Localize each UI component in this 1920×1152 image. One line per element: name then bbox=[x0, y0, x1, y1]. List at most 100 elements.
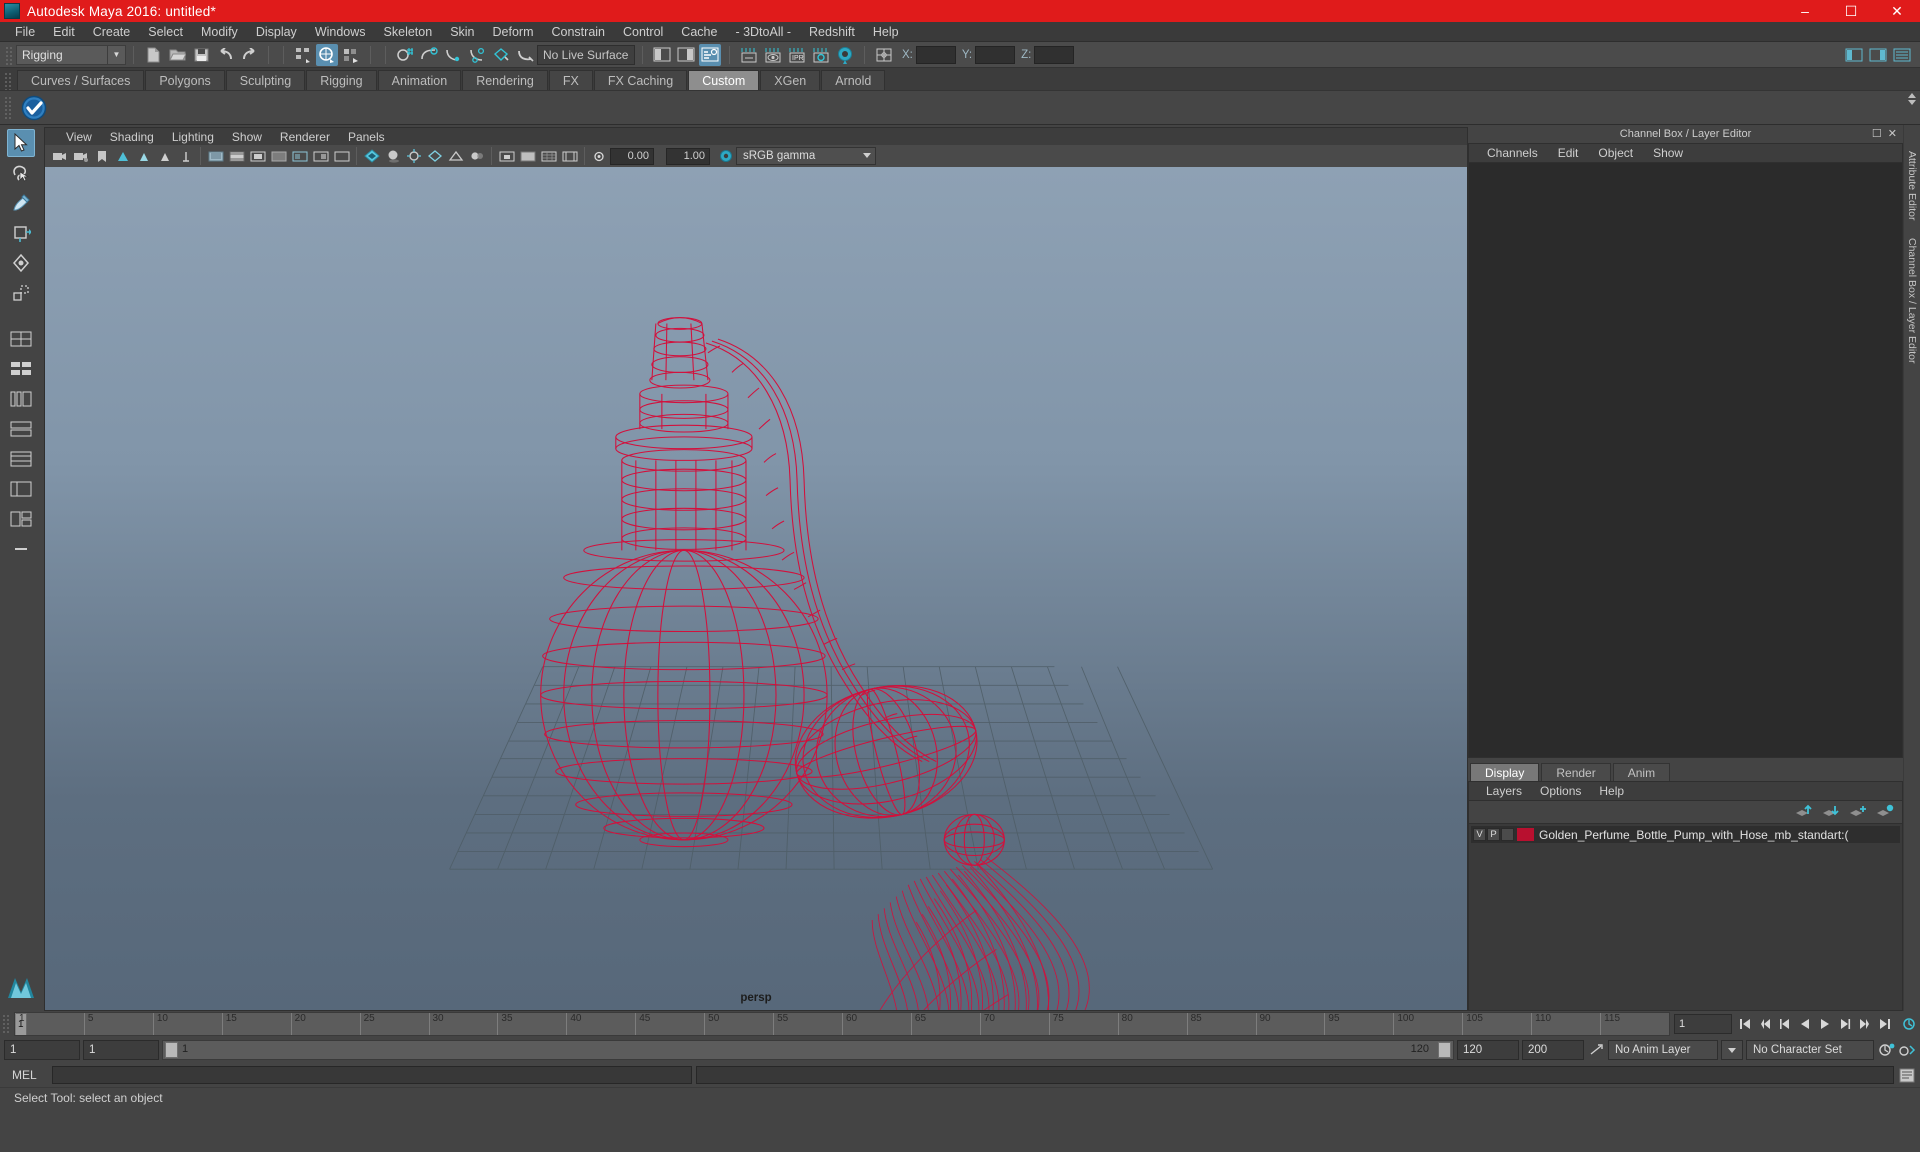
shelf-tab-custom[interactable]: Custom bbox=[688, 70, 760, 90]
menu-item-help[interactable]: Help bbox=[864, 22, 908, 42]
screen-space-ao-icon[interactable] bbox=[404, 147, 423, 166]
layer-menu-layers[interactable]: Layers bbox=[1477, 781, 1531, 801]
play-backwards-icon[interactable] bbox=[1796, 1014, 1814, 1034]
two-d-pan-zoom-icon[interactable] bbox=[134, 147, 153, 166]
create-layer-from-selected-icon[interactable] bbox=[1876, 804, 1894, 821]
snap-to-grid-icon[interactable] bbox=[394, 44, 416, 66]
new-scene-icon[interactable] bbox=[142, 44, 164, 66]
shelf-tab-rigging[interactable]: Rigging bbox=[306, 70, 377, 90]
close-panel-icon[interactable]: ✕ bbox=[1888, 127, 1897, 140]
perspective-viewport[interactable]: y z x persp bbox=[44, 167, 1468, 1011]
layer-list[interactable]: V P Golden_Perfume_Bottle_Pump_with_Hose… bbox=[1468, 823, 1903, 1011]
isolate-select-icon[interactable] bbox=[497, 147, 516, 166]
select-by-component-icon[interactable] bbox=[340, 44, 362, 66]
graph-editor-layout-icon[interactable] bbox=[699, 43, 721, 66]
show-hide-modeling-toolkit-icon[interactable] bbox=[1843, 44, 1865, 66]
shelf-tab-arnold[interactable]: Arnold bbox=[821, 70, 886, 90]
depth-of-field-icon[interactable] bbox=[467, 147, 486, 166]
step-back-keyframe-icon[interactable] bbox=[1756, 1014, 1774, 1034]
close-button[interactable]: ✕ bbox=[1874, 0, 1920, 22]
save-scene-icon[interactable] bbox=[190, 44, 212, 66]
shelf-tab-curves-surfaces[interactable]: Curves / Surfaces bbox=[17, 70, 145, 90]
snap-to-point-icon[interactable] bbox=[442, 44, 464, 66]
playback-options-icon[interactable] bbox=[1900, 1014, 1918, 1034]
menu-item-deform[interactable]: Deform bbox=[484, 22, 543, 42]
shelf-tab-fx[interactable]: FX bbox=[548, 70, 593, 90]
move-layer-down-icon[interactable] bbox=[1822, 804, 1840, 821]
layer-row[interactable]: V P Golden_Perfume_Bottle_Pump_with_Hose… bbox=[1471, 826, 1900, 843]
layer-editor-tab-display[interactable]: Display bbox=[1470, 763, 1540, 781]
hypershade-persp-layout[interactable] bbox=[7, 445, 35, 473]
layer-editor-tab-anim[interactable]: Anim bbox=[1612, 763, 1671, 781]
maximize-button[interactable]: ☐ bbox=[1828, 0, 1874, 22]
ipr-render-icon[interactable]: IPR bbox=[786, 44, 808, 66]
shelf-tab-animation[interactable]: Animation bbox=[377, 70, 462, 90]
make-live-icon[interactable] bbox=[514, 44, 536, 66]
single-perspective-layout[interactable] bbox=[7, 325, 35, 353]
undo-icon[interactable] bbox=[214, 44, 236, 66]
isolate-select-toggle-icon[interactable] bbox=[518, 147, 537, 166]
channelbox-menu-channels[interactable]: Channels bbox=[1477, 143, 1548, 163]
absolute-transform-icon[interactable] bbox=[873, 44, 895, 66]
viewport-menu-view[interactable]: View bbox=[57, 128, 101, 146]
menu-item-select[interactable]: Select bbox=[139, 22, 192, 42]
step-forward-keyframe-icon[interactable] bbox=[1856, 1014, 1874, 1034]
outliner-persp-layout[interactable] bbox=[7, 475, 35, 503]
range-end-handle[interactable] bbox=[1438, 1042, 1451, 1058]
menu-set-dropdown-arrow[interactable]: ▼ bbox=[108, 44, 126, 65]
snap-to-curve-icon[interactable] bbox=[418, 44, 440, 66]
menu-item-redshift[interactable]: Redshift bbox=[800, 22, 864, 42]
move-layer-up-icon[interactable] bbox=[1795, 804, 1813, 821]
anim-layer-selector[interactable]: No Anim Layer bbox=[1608, 1040, 1718, 1060]
vertical-tab-channel-box[interactable]: Channel Box / Layer Editor bbox=[1906, 238, 1918, 364]
coord-x-field[interactable] bbox=[915, 45, 956, 64]
menu-item-windows[interactable]: Windows bbox=[306, 22, 375, 42]
layer-name[interactable]: Golden_Perfume_Bottle_Pump_with_Hose_mb_… bbox=[1539, 828, 1849, 842]
channelbox-menu-object[interactable]: Object bbox=[1588, 143, 1643, 163]
go-to-end-icon[interactable] bbox=[1876, 1014, 1894, 1034]
menu-item-cache[interactable]: Cache bbox=[672, 22, 726, 42]
resolution-gate-icon[interactable] bbox=[206, 147, 225, 166]
menu-item-skeleton[interactable]: Skeleton bbox=[375, 22, 442, 42]
xray-shading-icon[interactable] bbox=[269, 147, 288, 166]
shelf-scroll-arrows[interactable] bbox=[1908, 93, 1916, 105]
four-view-layout[interactable] bbox=[7, 355, 35, 383]
rotate-tool[interactable] bbox=[7, 249, 35, 277]
shelf-row-grip[interactable] bbox=[4, 95, 13, 120]
redshift-shelf-icon[interactable] bbox=[19, 93, 49, 123]
layer-menu-options[interactable]: Options bbox=[1531, 781, 1590, 801]
redo-icon[interactable] bbox=[238, 44, 260, 66]
menu-item-modify[interactable]: Modify bbox=[192, 22, 247, 42]
outliner-layout-icon[interactable] bbox=[675, 44, 697, 66]
playback-speed-icon[interactable] bbox=[1587, 1040, 1605, 1060]
use-all-lights-icon[interactable] bbox=[362, 147, 381, 166]
time-slider-grip[interactable] bbox=[2, 1014, 11, 1034]
shelf-tab-sculpting[interactable]: Sculpting bbox=[225, 70, 306, 90]
channelbox-menu-show[interactable]: Show bbox=[1643, 143, 1693, 163]
select-camera-icon[interactable] bbox=[50, 147, 69, 166]
viewport-menu-show[interactable]: Show bbox=[223, 128, 271, 146]
range-slider[interactable]: 1 120 bbox=[162, 1040, 1454, 1060]
persp-graph-hypergraph-layout[interactable] bbox=[7, 505, 35, 533]
channel-box-body[interactable] bbox=[1468, 163, 1903, 758]
menu-item-control[interactable]: Control bbox=[614, 22, 672, 42]
show-hide-channel-box-icon[interactable] bbox=[1891, 44, 1913, 66]
color-management-icon[interactable] bbox=[716, 147, 735, 166]
select-by-object-icon[interactable] bbox=[316, 43, 338, 66]
viewport-menu-renderer[interactable]: Renderer bbox=[271, 128, 339, 146]
image-plane-icon[interactable] bbox=[113, 147, 132, 166]
viewport-menu-shading[interactable]: Shading bbox=[101, 128, 163, 146]
shelf-tab-xgen[interactable]: XGen bbox=[760, 70, 821, 90]
exposure-icon[interactable] bbox=[590, 147, 609, 166]
shadows-icon[interactable] bbox=[383, 147, 402, 166]
vertical-tab-attribute-editor[interactable]: Attribute Editor bbox=[1906, 151, 1918, 220]
menu-item-constrain[interactable]: Constrain bbox=[543, 22, 615, 42]
layer-playback-toggle[interactable]: P bbox=[1487, 828, 1500, 841]
more-layouts[interactable] bbox=[7, 535, 35, 563]
paint-select-tool[interactable] bbox=[7, 189, 35, 217]
menu-item-display[interactable]: Display bbox=[247, 22, 306, 42]
move-tool[interactable] bbox=[7, 219, 35, 247]
channelbox-menu-edit[interactable]: Edit bbox=[1548, 143, 1589, 163]
render-settings-icon[interactable] bbox=[810, 44, 832, 66]
anim-end-field[interactable]: 200 bbox=[1522, 1040, 1584, 1060]
